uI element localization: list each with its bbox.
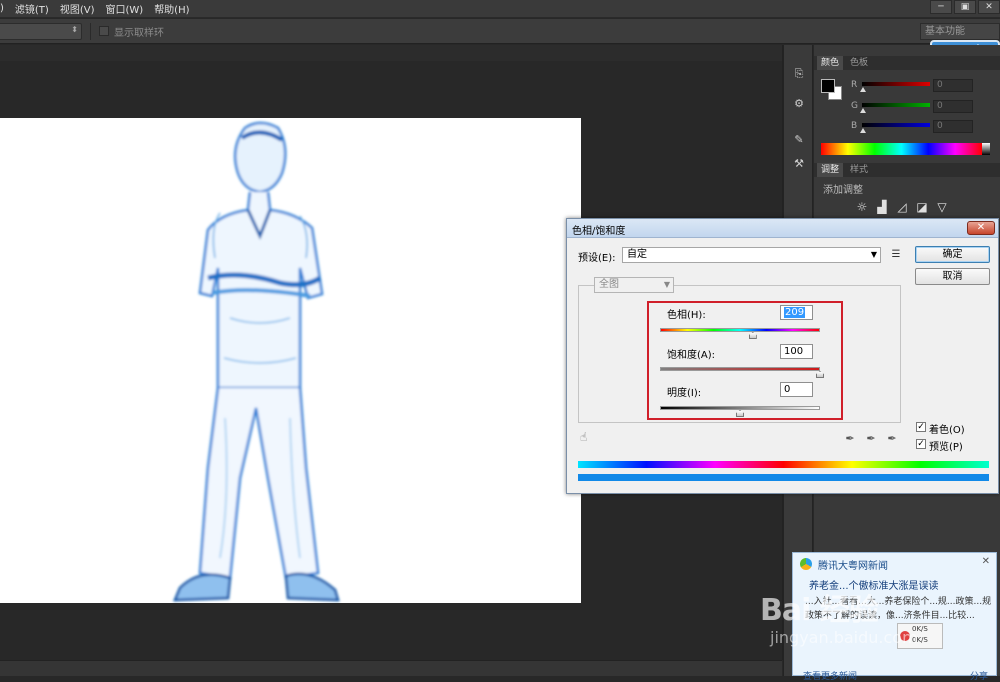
red-value[interactable]: 0 [933, 79, 973, 92]
tab-color[interactable]: 颜色 [817, 56, 844, 70]
menu-view[interactable]: 视图(V) [60, 1, 95, 16]
adjust-panel-tabs: 调整 样式 [814, 163, 1000, 177]
red-label: R [851, 80, 858, 90]
tab-adjustments[interactable]: 调整 [817, 163, 844, 177]
preset-options-icon[interactable]: ☰ [889, 249, 903, 261]
tencent-news-logo-icon [800, 558, 812, 570]
close-icon[interactable]: ✕ [982, 556, 990, 567]
hand-adjust-icon[interactable]: ☝ [580, 430, 596, 446]
preset-value: 自定 [627, 249, 647, 260]
preview-label: 预览(P) [929, 442, 963, 453]
brightness-icon[interactable]: ☼ [854, 200, 870, 214]
figure-image [173, 121, 340, 602]
window-controls: ─ ▣ ✕ [928, 0, 1000, 18]
divider [90, 23, 91, 40]
dialog-title: 色相/饱和度 [572, 226, 626, 237]
chevron-updown-icon: ⬍ [71, 25, 78, 34]
blue-slider[interactable] [862, 123, 930, 127]
cancel-button[interactable]: 取消 [915, 268, 990, 285]
workspace-select[interactable]: 基本功能 [920, 23, 1000, 40]
tab-styles[interactable]: 样式 [846, 163, 872, 177]
source-color-bar [578, 461, 989, 468]
saturation-track [660, 367, 820, 371]
color-panel-tabs: 颜色 色板 [814, 56, 1000, 70]
lightness-label: 明度(I): [667, 388, 702, 399]
horizontal-scrollbar[interactable] [0, 660, 782, 676]
curves-icon[interactable]: ◿ [894, 200, 910, 214]
show-sample-ring-checkbox[interactable] [99, 26, 109, 36]
eyedropper-icon[interactable]: ✒ [843, 432, 857, 446]
eyedropper-add-icon[interactable]: ✒ [864, 432, 878, 446]
red-slider-thumb[interactable] [860, 87, 866, 92]
vibrance-icon[interactable]: ▽ [934, 200, 950, 214]
eyedropper-subtract-icon[interactable]: ✒ [885, 432, 899, 446]
baidu-watermark-url: jingyan.baidu.com [770, 628, 918, 647]
result-color-bar [578, 474, 989, 481]
red-slider[interactable] [862, 82, 930, 86]
tab-swatches[interactable]: 色板 [846, 56, 872, 70]
ok-button[interactable]: 确定 [915, 246, 990, 263]
saturation-label: 饱和度(A): [667, 350, 716, 361]
blue-slider-thumb[interactable] [860, 128, 866, 133]
green-label: G [851, 101, 858, 111]
sample-size-select[interactable]: ⬍ [0, 23, 82, 40]
hue-input[interactable]: 209 [780, 305, 813, 320]
green-slider-thumb[interactable] [860, 108, 866, 113]
menu-filter[interactable]: 滤镜(T) [15, 1, 49, 16]
tool-presets-icon[interactable]: ⚒ [791, 157, 807, 171]
options-bar: ⬍ 显示取样环 基本功能 [0, 19, 1000, 44]
actions-icon[interactable]: ⚙ [791, 97, 807, 111]
edit-range-value: 全图 [599, 279, 619, 290]
colorize-label: 着色(O) [929, 425, 965, 436]
preset-select[interactable]: 自定 ▼ [622, 247, 881, 263]
blue-label: B [851, 121, 858, 131]
chevron-down-icon: ▼ [663, 280, 670, 289]
blue-value[interactable]: 0 [933, 120, 973, 133]
hue-label: 色相(H): [667, 310, 706, 321]
adjustment-icons: ☼ ▟ ◿ ◪ ▽ [854, 200, 950, 214]
saturation-input[interactable]: 100 [780, 344, 813, 359]
brush-icon[interactable]: ✎ [791, 133, 807, 147]
hue-saturation-dialog: 色相/饱和度 ✕ 预设(E): 自定 ▼ ☰ 确定 取消 全图 ▼ 色相(H):… [566, 218, 999, 494]
edit-range-select[interactable]: 全图 ▼ [594, 277, 674, 293]
preview-checkbox[interactable]: ✓ [916, 439, 926, 449]
exposure-icon[interactable]: ◪ [914, 200, 930, 214]
levels-icon[interactable]: ▟ [874, 200, 890, 214]
hue-track-top [660, 328, 820, 332]
black-white-ramp[interactable] [982, 143, 990, 155]
dialog-close-button[interactable]: ✕ [967, 221, 995, 235]
menu-help[interactable]: 帮助(H) [154, 1, 189, 16]
color-spectrum-bar[interactable] [821, 143, 982, 155]
restore-button[interactable]: ▣ [954, 0, 976, 14]
chevron-down-icon: ▼ [870, 250, 877, 259]
history-icon[interactable]: ⎘ [791, 67, 807, 81]
colorize-checkbox[interactable]: ✓ [916, 422, 926, 432]
green-value[interactable]: 0 [933, 100, 973, 113]
foreground-color-swatch[interactable] [821, 79, 835, 93]
news-source: 腾讯大粤网新闻 [818, 561, 888, 572]
menu-item-partial[interactable]: ) [0, 3, 4, 14]
green-slider[interactable] [862, 103, 930, 107]
show-sample-ring-label: 显示取样环 [114, 28, 164, 39]
dialog-titlebar[interactable]: 色相/饱和度 ✕ [567, 219, 998, 238]
close-app-button[interactable]: ✕ [978, 0, 1000, 14]
minimize-button[interactable]: ─ [930, 0, 952, 14]
menu-window[interactable]: 窗口(W) [105, 1, 143, 16]
document-tab-bar [0, 45, 782, 61]
preset-label: 预设(E): [578, 253, 616, 264]
document-canvas[interactable] [0, 118, 581, 603]
lightness-input[interactable]: 0 [780, 382, 813, 397]
add-adjustment-title: 添加调整 [823, 185, 863, 196]
lightness-track [660, 406, 820, 410]
baidu-watermark: Bai 经验 [760, 593, 879, 628]
menu-bar: ) 滤镜(T) 视图(V) 窗口(W) 帮助(H) [0, 0, 1000, 18]
